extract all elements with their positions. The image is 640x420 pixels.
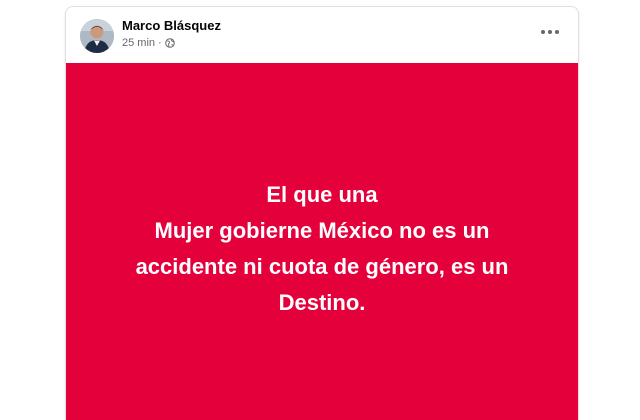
- post-background: El que una Mujer gobierne México no es u…: [66, 63, 578, 420]
- avatar[interactable]: [80, 19, 114, 53]
- page: Marco Blásquez 25 min · El que una Mujer…: [0, 0, 640, 420]
- more-options-button[interactable]: [538, 23, 562, 41]
- author-name[interactable]: Marco Blásquez: [122, 18, 221, 33]
- post-text: El que una Mujer gobierne México no es u…: [135, 182, 509, 315]
- more-options-icon: [541, 30, 559, 34]
- post-time[interactable]: 25 min: [122, 37, 155, 49]
- post-card: Marco Blásquez 25 min · El que una Mujer…: [65, 6, 579, 420]
- globe-icon: [164, 38, 175, 48]
- post-header: Marco Blásquez 25 min ·: [66, 7, 578, 62]
- avatar-image: [80, 19, 114, 53]
- meta-separator: ·: [158, 37, 162, 49]
- post-meta: 25 min ·: [122, 37, 175, 49]
